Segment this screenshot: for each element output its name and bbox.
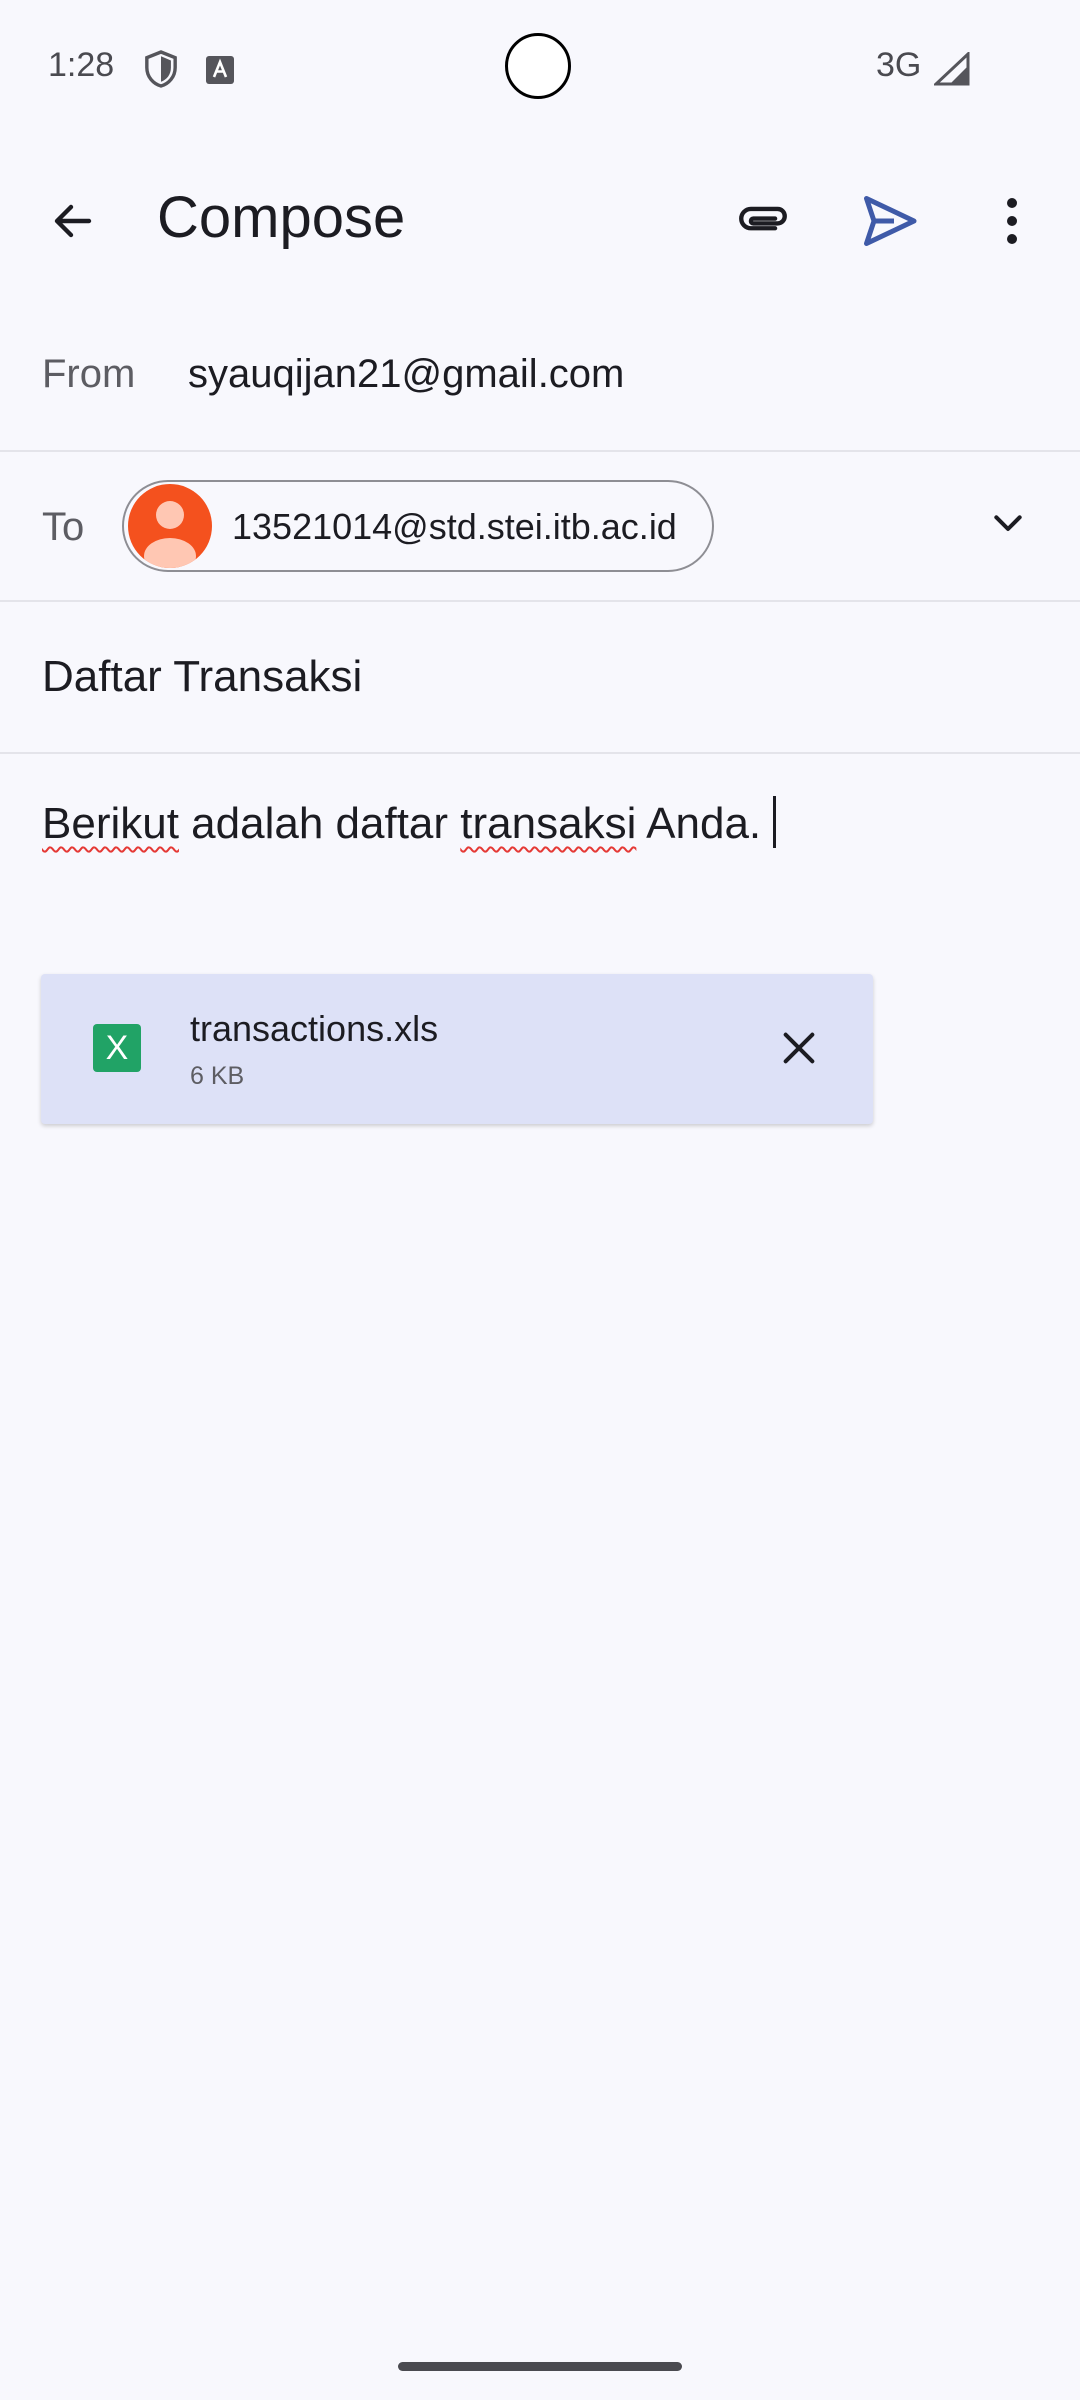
status-bar: 1:28 3G <box>0 0 1080 140</box>
arrow-back-icon <box>54 204 92 238</box>
close-icon <box>783 1032 815 1064</box>
chevron-down-icon <box>994 515 1022 531</box>
status-time: 1:28 <box>48 46 115 84</box>
text-a-icon <box>206 56 234 89</box>
body-text-segment: Anda. <box>636 799 762 848</box>
to-row[interactable]: To 13521014@std.stei.itb.ac.id <box>0 452 1080 602</box>
more-vert-icon <box>1007 198 1017 244</box>
signal-icon <box>932 50 970 91</box>
from-label: From <box>42 352 136 396</box>
network-type: 3G <box>876 46 922 84</box>
camera-cutout <box>505 33 571 99</box>
paperclip-icon <box>739 206 787 231</box>
attachment-name: transactions.xls <box>190 1008 439 1049</box>
remove-attachment-button[interactable] <box>769 1018 829 1078</box>
home-indicator[interactable] <box>398 2362 682 2371</box>
back-button[interactable] <box>40 188 106 254</box>
app-bar: Compose <box>0 160 1080 280</box>
expand-recipients-button[interactable] <box>980 496 1036 552</box>
attachment-card[interactable]: X transactions.xls 6 KB <box>41 974 873 1124</box>
shield-icon <box>144 50 178 93</box>
send-button[interactable] <box>852 184 926 258</box>
subject-row[interactable]: Daftar Transaksi <box>0 602 1080 754</box>
misspelled-word: transaksi <box>460 799 637 848</box>
attach-button[interactable] <box>728 186 798 256</box>
send-icon <box>864 196 917 246</box>
attachment-size: 6 KB <box>190 1062 245 1090</box>
recipient-email: 13521014@std.stei.itb.ac.id <box>232 506 677 547</box>
misspelled-word: Berikut <box>42 799 179 848</box>
text-cursor <box>773 796 777 848</box>
subject-input[interactable]: Daftar Transaksi <box>42 652 362 702</box>
from-row[interactable]: From syauqijan21@gmail.com <box>0 300 1080 452</box>
from-email[interactable]: syauqijan21@gmail.com <box>188 352 624 397</box>
avatar <box>128 484 212 568</box>
body-input[interactable]: Berikut adalah daftar transaksi Anda. <box>42 796 777 849</box>
more-options-button[interactable] <box>985 186 1039 256</box>
body-text-segment: adalah daftar <box>178 799 461 848</box>
to-label: To <box>42 505 85 549</box>
recipient-chip[interactable]: 13521014@std.stei.itb.ac.id <box>122 480 714 572</box>
excel-file-icon: X <box>93 1024 141 1072</box>
page-title: Compose <box>157 185 406 250</box>
